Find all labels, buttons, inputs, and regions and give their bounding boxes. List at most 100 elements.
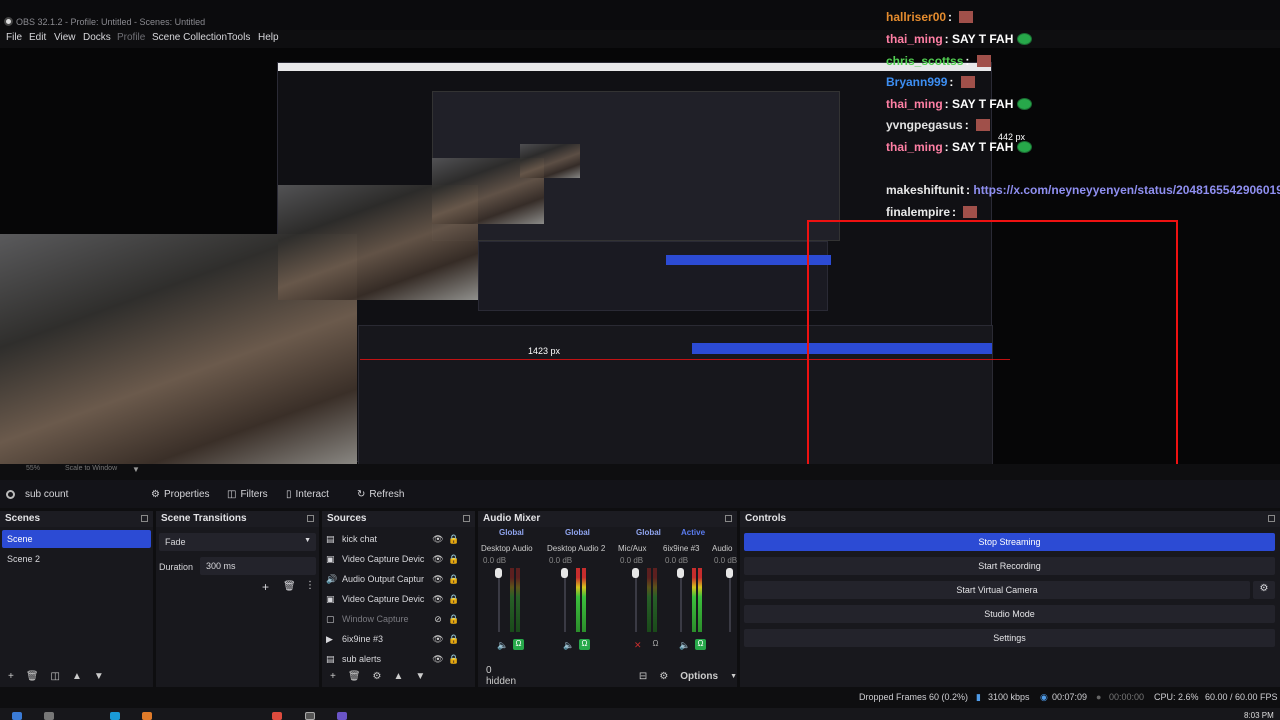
discord-icon[interactable] — [337, 712, 347, 720]
mixer-settings-icon[interactable]: ⚙ — [659, 671, 668, 682]
channel-name[interactable]: Audio — [712, 544, 736, 553]
monitor-headphones-icon[interactable]: Ω — [695, 639, 706, 650]
dock-float-icon[interactable] — [463, 515, 470, 522]
lock-icon[interactable]: 🔒 — [448, 654, 460, 665]
volume-fader-handle[interactable] — [726, 568, 733, 578]
dock-float-icon[interactable] — [141, 515, 148, 522]
chat-link[interactable]: https://x.com/neyneyyenyen/status/204816… — [973, 183, 1280, 197]
arrow-down-icon[interactable]: ▼ — [415, 671, 425, 682]
lock-icon[interactable]: 🔒 — [448, 634, 460, 645]
properties-button[interactable]: ⚙ Properties — [151, 486, 210, 502]
preview-canvas[interactable]: 442 px 1423 px — [0, 48, 1280, 464]
add-icon[interactable]: + — [8, 671, 14, 682]
lock-icon[interactable]: 🔒 — [448, 594, 460, 605]
source-item[interactable]: ▤ sub alerts 👁 🔒 — [326, 650, 462, 668]
start-virtual-camera-button[interactable]: Start Virtual Camera — [744, 581, 1250, 599]
menu-view[interactable]: View — [54, 32, 76, 43]
monitor-headphones-icon[interactable]: Ω — [650, 639, 661, 650]
volume-fader-handle[interactable] — [677, 568, 684, 578]
volume-fader-handle[interactable] — [632, 568, 639, 578]
remove-transition-icon[interactable]: 🗑 — [283, 581, 296, 592]
virtual-camera-gear-icon[interactable]: ⚙ — [1253, 581, 1275, 599]
refresh-button[interactable]: ↻ Refresh — [357, 486, 404, 502]
options-button[interactable]: Options — [680, 671, 718, 682]
search-icon[interactable] — [44, 712, 54, 720]
muted-icon[interactable]: ✕ — [634, 640, 642, 651]
interact-button[interactable]: ▯ Interact — [286, 486, 329, 502]
windows-start-icon[interactable] — [12, 712, 22, 720]
arrow-up-icon[interactable]: ▲ — [72, 671, 82, 682]
eye-icon[interactable]: 👁 — [432, 594, 444, 605]
lock-icon[interactable]: 🔒 — [448, 534, 460, 545]
more-options-icon[interactable]: ⋮ — [305, 580, 315, 591]
level-meter — [653, 568, 657, 632]
menu-profile[interactable]: Profile — [117, 32, 145, 43]
dock-float-icon[interactable] — [307, 515, 314, 522]
menu-scene-collection[interactable]: Scene Collection — [152, 32, 227, 43]
dock-float-icon[interactable] — [1268, 515, 1275, 522]
scene-item[interactable]: Scene 2 — [2, 550, 151, 568]
filter-icon[interactable]: ◫ — [51, 671, 60, 682]
studio-mode-button[interactable]: Studio Mode — [744, 605, 1275, 623]
speaker-icon[interactable]: 🔈 — [497, 640, 508, 651]
scale-dropdown-icon[interactable]: ▼ — [132, 465, 140, 474]
eye-icon[interactable]: 👁 — [432, 654, 444, 665]
eye-hidden-icon[interactable]: ⊘ — [432, 614, 444, 625]
layout-icon[interactable]: ⊟ — [639, 671, 647, 682]
edge-icon[interactable] — [110, 712, 120, 720]
chat-message: hallriser00: — [886, 10, 974, 24]
start-recording-button[interactable]: Start Recording — [744, 557, 1275, 575]
chrome-icon[interactable] — [272, 712, 282, 720]
source-item[interactable]: ▤ kick chat 👁 🔒 — [326, 530, 462, 548]
source-item[interactable]: ▶ 6ix9ine #3 👁 🔒 — [326, 630, 462, 648]
scale-mode[interactable]: Scale to Window — [65, 465, 117, 472]
menu-file[interactable]: File — [6, 32, 22, 43]
duration-input[interactable]: 300 ms — [200, 557, 316, 575]
channel-name[interactable]: Desktop Audio — [481, 544, 541, 553]
settings-button[interactable]: Settings — [744, 629, 1275, 647]
chevron-down-icon: ▼ — [304, 537, 311, 544]
transition-select[interactable]: Fade ▼ — [159, 533, 316, 551]
source-item[interactable]: ▢ Window Capture ⊘ 🔒 — [326, 610, 462, 628]
chevron-down-icon[interactable]: ▼ — [730, 673, 737, 680]
emote-icon — [960, 76, 975, 88]
source-item[interactable]: ▣ Video Capture Devic 👁 🔒 — [326, 590, 462, 608]
monitor-headphones-icon[interactable]: Ω — [579, 639, 590, 650]
menu-tools[interactable]: Tools — [227, 32, 250, 43]
filters-button[interactable]: ◫ Filters — [227, 486, 268, 502]
trash-icon[interactable]: 🗑 — [26, 671, 39, 682]
trash-icon[interactable]: 🗑 — [348, 671, 361, 682]
zoom-level[interactable]: 55% — [26, 465, 40, 472]
speaker-icon[interactable]: 🔈 — [679, 640, 690, 651]
source-item[interactable]: ▣ Video Capture Devic 👁 🔒 — [326, 550, 462, 568]
speaker-icon[interactable]: 🔈 — [563, 640, 574, 651]
channel-name[interactable]: Desktop Audio 2 — [547, 544, 607, 553]
stop-streaming-button[interactable]: Stop Streaming — [744, 533, 1275, 551]
gear-icon[interactable]: ⚙ — [373, 671, 382, 682]
menu-docks[interactable]: Docks — [83, 32, 111, 43]
obs-taskbar-icon[interactable] — [305, 712, 315, 720]
volume-fader-handle[interactable] — [495, 568, 502, 578]
volume-fader-handle[interactable] — [561, 568, 568, 578]
add-transition-icon[interactable]: + — [262, 580, 269, 594]
lock-icon[interactable]: 🔒 — [448, 554, 460, 565]
eye-icon[interactable]: 👁 — [432, 534, 444, 545]
scene-item[interactable]: Scene — [2, 530, 151, 548]
source-item[interactable]: 🔊 Audio Output Captur 👁 🔒 — [326, 570, 462, 588]
channel-name[interactable]: Mic/Aux — [618, 544, 660, 553]
eye-icon[interactable]: 👁 — [432, 634, 444, 645]
dock-float-icon[interactable] — [725, 515, 732, 522]
add-icon[interactable]: + — [330, 671, 336, 682]
mixer-title: Audio Mixer — [478, 511, 737, 527]
lock-icon[interactable]: 🔒 — [448, 614, 460, 625]
level-meter — [647, 568, 651, 632]
firefox-icon[interactable] — [142, 712, 152, 720]
menu-help[interactable]: Help — [258, 32, 279, 43]
eye-icon[interactable]: 👁 — [432, 574, 444, 585]
arrow-down-icon[interactable]: ▼ — [94, 671, 104, 682]
lock-icon[interactable]: 🔒 — [448, 574, 460, 585]
eye-icon[interactable]: 👁 — [432, 554, 444, 565]
arrow-up-icon[interactable]: ▲ — [394, 671, 404, 682]
monitor-headphones-icon[interactable]: Ω — [513, 639, 524, 650]
menu-edit[interactable]: Edit — [29, 32, 46, 43]
